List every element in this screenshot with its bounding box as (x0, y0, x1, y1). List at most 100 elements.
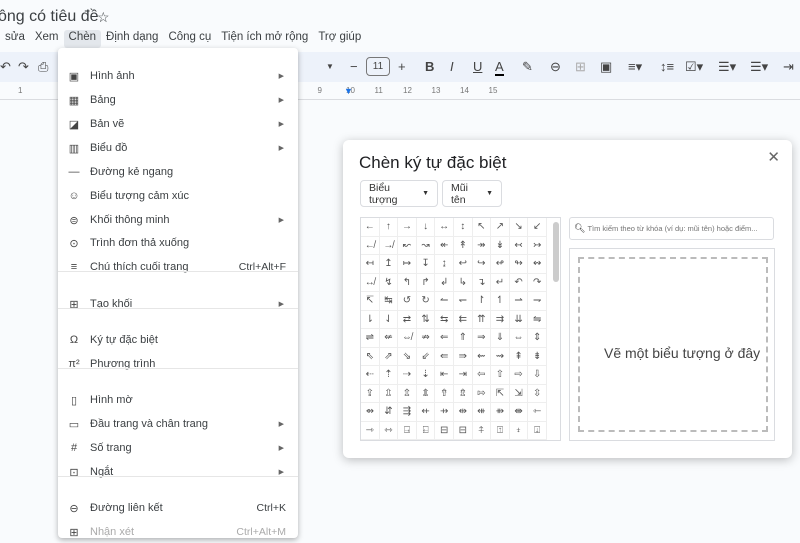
symbol-cell[interactable]: ⇋ (528, 310, 547, 329)
star-icon[interactable]: ☆ (97, 9, 110, 26)
symbol-cell[interactable]: ↠ (472, 236, 492, 255)
symbol-cell[interactable]: ⇕ (528, 329, 547, 348)
symbol-cell[interactable]: ↰ (398, 273, 417, 292)
symbol-cell[interactable]: ⇨ (509, 366, 529, 385)
symbol-cell[interactable]: ⍈ (398, 421, 417, 440)
symbol-cell[interactable]: ⊟ (453, 421, 473, 440)
symbol-cell[interactable]: ⇙ (416, 347, 436, 366)
symbol-cell[interactable]: ↕ (453, 218, 473, 237)
symbol-cell[interactable]: ⇍ (379, 329, 399, 348)
symbol-cell[interactable]: ↥ (379, 255, 399, 274)
decrease-font-size-button[interactable]: − (350, 59, 358, 74)
symbol-cell[interactable]: ↖ (472, 218, 492, 237)
print-icon[interactable]: ⎙ (38, 59, 48, 75)
symbol-cell[interactable]: ↞ (435, 236, 454, 255)
underline-button[interactable]: U (473, 59, 482, 74)
symbol-cell[interactable]: ↧ (416, 255, 436, 274)
symbol-cell[interactable]: ↵ (491, 273, 510, 292)
symbol-cell[interactable]: ⇭ (416, 384, 436, 403)
symbol-cell[interactable]: ⍐ (491, 421, 510, 440)
symbol-cell[interactable]: ↦ (398, 255, 417, 274)
symbol-cell[interactable]: ⇅ (416, 310, 436, 329)
symbol-cell[interactable]: ⍗ (528, 421, 547, 440)
font-dropdown-arrow[interactable]: ▼ (326, 62, 334, 71)
scrollbar[interactable] (553, 222, 559, 282)
symbol-cell[interactable]: ↴ (472, 273, 492, 292)
symbol-cell[interactable]: ⇮ (435, 384, 454, 403)
symbol-cell[interactable]: ⇆ (435, 310, 454, 329)
insert-image-icon[interactable]: ▣ (600, 59, 612, 75)
symbol-cell[interactable]: ↲ (435, 273, 454, 292)
symbol-cell[interactable]: ⇥ (453, 366, 473, 385)
symbol-cell[interactable]: ⇊ (509, 310, 529, 329)
symbol-cell[interactable]: ⇷ (416, 403, 436, 422)
menu-item-omega[interactable]: Ω Ký tự đặc biệt (58, 329, 298, 351)
add-comment-icon[interactable]: ⊞ (575, 59, 586, 75)
symbol-cell[interactable]: ⇗ (379, 347, 399, 366)
menu-item-image[interactable]: ▣ Hình ảnh ▶ (58, 65, 298, 87)
symbol-cell[interactable]: ↮ (361, 273, 380, 292)
bold-button[interactable]: B (425, 59, 434, 74)
symbol-cell[interactable]: ⇿ (379, 421, 399, 440)
symbol-cell[interactable]: ↛ (379, 236, 399, 255)
symbol-cell[interactable]: ⇓ (491, 329, 510, 348)
menu-2[interactable]: Chèn (63, 30, 102, 48)
highlight-icon[interactable]: ✎ (522, 59, 533, 75)
symbol-cell[interactable]: ⇘ (398, 347, 417, 366)
symbol-cell[interactable]: ⇧ (491, 366, 510, 385)
symbol-cell[interactable]: ⇀ (509, 292, 529, 311)
menu-item-equation[interactable]: π² Phương trình (58, 353, 298, 375)
menu-5[interactable]: Tiện ích mở rộng (216, 30, 313, 48)
symbol-cell[interactable]: ↤ (361, 255, 380, 274)
menu-item-chart[interactable]: ▥ Biểu đồ ▶ (58, 137, 298, 159)
menu-item-comment[interactable]: ⊞ Nhận xét Ctrl+Alt+M (58, 521, 298, 543)
symbol-cell[interactable]: ↡ (491, 236, 510, 255)
symbol-cell[interactable]: ↱ (416, 273, 436, 292)
symbol-cell[interactable]: ↫ (491, 255, 510, 274)
link-icon[interactable]: ⊖ (550, 59, 561, 75)
menu-item-header-footer[interactable]: ▭ Đầu trang và chân trang ▶ (58, 413, 298, 435)
symbol-cell[interactable]: ↿ (491, 292, 510, 311)
line-spacing-icon[interactable]: ↕≡ (660, 59, 674, 74)
symbol-cell[interactable]: ⇝ (491, 347, 510, 366)
symbol-cell[interactable]: ⍖ (509, 421, 529, 440)
symbol-cell[interactable]: ↣ (528, 236, 547, 255)
symbol-cell[interactable]: ↶ (509, 273, 529, 292)
symbol-cell[interactable]: ⇔ (509, 329, 529, 348)
symbol-cell[interactable]: → (398, 218, 417, 237)
symbol-cell[interactable]: ⇒ (472, 329, 492, 348)
symbol-cell[interactable]: ↚ (361, 236, 380, 255)
symbol-cell[interactable]: ↘ (509, 218, 529, 237)
symbol-cell[interactable]: ⇜ (472, 347, 492, 366)
symbol-cell[interactable]: ⇶ (398, 403, 417, 422)
menu-item-table[interactable]: ▦ Bảng ▶ (58, 89, 298, 111)
menu-item-link[interactable]: ⊖ Đường liên kết Ctrl+K (58, 497, 298, 519)
symbol-cell[interactable]: ↨ (435, 255, 454, 274)
symbol-cell[interactable]: ⇳ (528, 384, 547, 403)
menu-6[interactable]: Trợ giúp (313, 30, 366, 48)
undo-icon[interactable]: ↶ (0, 59, 11, 75)
symbol-cell[interactable]: ↝ (416, 236, 436, 255)
draw-area[interactable]: Vẽ một biểu tượng ở đây (569, 248, 775, 441)
symbol-cell[interactable]: ⇬ (398, 384, 417, 403)
category-dropdown[interactable]: Biểu tượng ▼ (360, 180, 438, 207)
menu-item-building-blocks[interactable]: ⊞ Tạo khối ▶ (58, 293, 298, 315)
symbol-cell[interactable]: ↟ (453, 236, 473, 255)
symbol-cell[interactable]: ↼ (435, 292, 454, 311)
symbol-cell[interactable]: ⇤ (435, 366, 454, 385)
symbol-cell[interactable]: ⇦ (472, 366, 492, 385)
numbered-list-icon[interactable]: ☰▾ (750, 59, 768, 75)
menu-item-smart-chips[interactable]: ⊜ Khối thông minh ▶ (58, 209, 298, 231)
symbol-cell[interactable]: ↾ (472, 292, 492, 311)
symbol-cell[interactable]: ⍏ (472, 421, 492, 440)
symbol-cell[interactable]: ↔ (435, 218, 454, 237)
symbol-cell[interactable]: ⇞ (509, 347, 529, 366)
symbol-cell[interactable]: ↷ (528, 273, 547, 292)
symbol-cell[interactable]: ⇛ (453, 347, 473, 366)
symbol-cell[interactable]: ⇵ (379, 403, 399, 422)
symbol-cell[interactable]: ⇪ (361, 384, 380, 403)
menu-item-horizontal-line[interactable]: — Đường kẻ ngang (58, 161, 298, 183)
symbol-cell[interactable]: ↬ (509, 255, 529, 274)
symbol-cell[interactable]: ↺ (398, 292, 417, 311)
symbol-cell[interactable]: ⇢ (398, 366, 417, 385)
